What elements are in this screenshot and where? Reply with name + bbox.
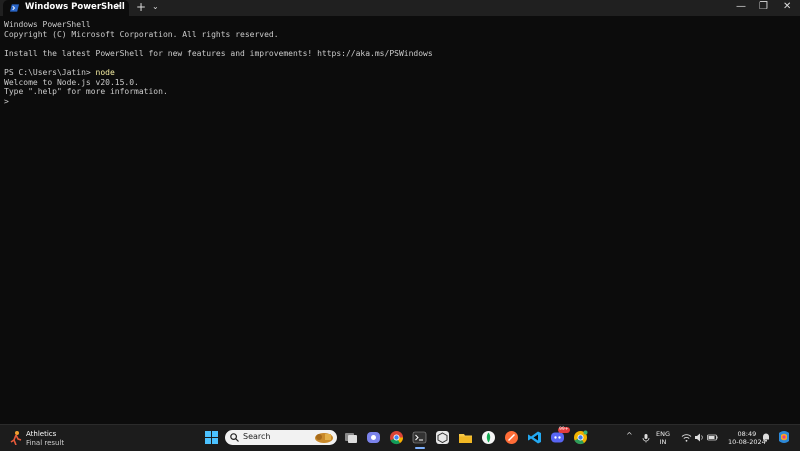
maximize-button[interactable]: ❐: [759, 1, 768, 12]
repl-prompt[interactable]: >: [4, 97, 796, 107]
command-text: node: [95, 67, 115, 77]
chrome-icon[interactable]: [389, 430, 404, 445]
title-bar: Windows PowerShell ✕ + ⌄ — ❐ ✕: [0, 0, 800, 16]
terminal-line: Install the latest PowerShell for new fe…: [4, 48, 433, 58]
search-icon: [230, 433, 239, 442]
language-code: ENG: [656, 430, 671, 438]
notification-bell-icon[interactable]: [761, 432, 771, 442]
prompt-line: PS C:\Users\Jatin> node: [4, 68, 796, 78]
minimize-button[interactable]: —: [736, 1, 746, 12]
tab-close-icon[interactable]: ✕: [115, 2, 123, 12]
search-input[interactable]: Search: [225, 430, 337, 445]
taskbar: Athletics Final result Search 99+ ^ ENG …: [0, 424, 800, 451]
new-tab-button[interactable]: +: [136, 0, 146, 14]
notification-badge: 99+: [558, 427, 570, 433]
widget-title: Athletics: [26, 430, 57, 438]
tab-title: Windows PowerShell: [25, 2, 125, 12]
teams-icon[interactable]: [366, 430, 381, 445]
microphone-icon[interactable]: [641, 433, 651, 443]
language-indicator[interactable]: ENG IN: [656, 430, 670, 446]
active-app-indicator: [415, 447, 425, 449]
search-label: Search: [243, 432, 271, 441]
volume-icon[interactable]: [694, 432, 705, 443]
cube-app-icon[interactable]: [435, 430, 450, 445]
terminal-line: Windows PowerShell: [4, 20, 91, 29]
chevron-down-icon[interactable]: ⌄: [152, 2, 159, 11]
close-button[interactable]: ✕: [783, 1, 791, 12]
terminal-app-icon[interactable]: [412, 430, 427, 445]
copilot-icon[interactable]: [776, 429, 792, 445]
widget-subtitle: Final result: [26, 439, 65, 447]
file-explorer-icon[interactable]: [458, 430, 473, 445]
terminal-line: Welcome to Node.js v20.15.0.: [4, 77, 139, 87]
prompt: PS C:\Users\Jatin>: [4, 67, 96, 77]
chrome-canary-icon[interactable]: [573, 430, 588, 445]
wifi-icon[interactable]: [681, 432, 692, 443]
chevron-up-icon[interactable]: ^: [626, 431, 633, 440]
terminal-line: Type ".help" for more information.: [4, 87, 168, 97]
tab-windows-powershell[interactable]: Windows PowerShell ✕: [3, 0, 129, 16]
mongodb-icon[interactable]: [481, 430, 496, 445]
terminal-line: Copyright (C) Microsoft Corporation. All…: [4, 29, 279, 39]
vscode-icon[interactable]: [527, 430, 542, 445]
terminal-output[interactable]: Windows PowerShell Copyright (C) Microsof…: [4, 20, 796, 106]
windows-start-icon[interactable]: [204, 430, 219, 445]
powershell-icon: [10, 4, 19, 12]
task-view-icon[interactable]: [343, 430, 358, 445]
search-highlight-icon: [315, 433, 333, 443]
athletics-icon: [10, 431, 22, 445]
region-code: IN: [659, 438, 667, 446]
postman-icon[interactable]: [504, 430, 519, 445]
battery-icon[interactable]: [707, 432, 718, 443]
